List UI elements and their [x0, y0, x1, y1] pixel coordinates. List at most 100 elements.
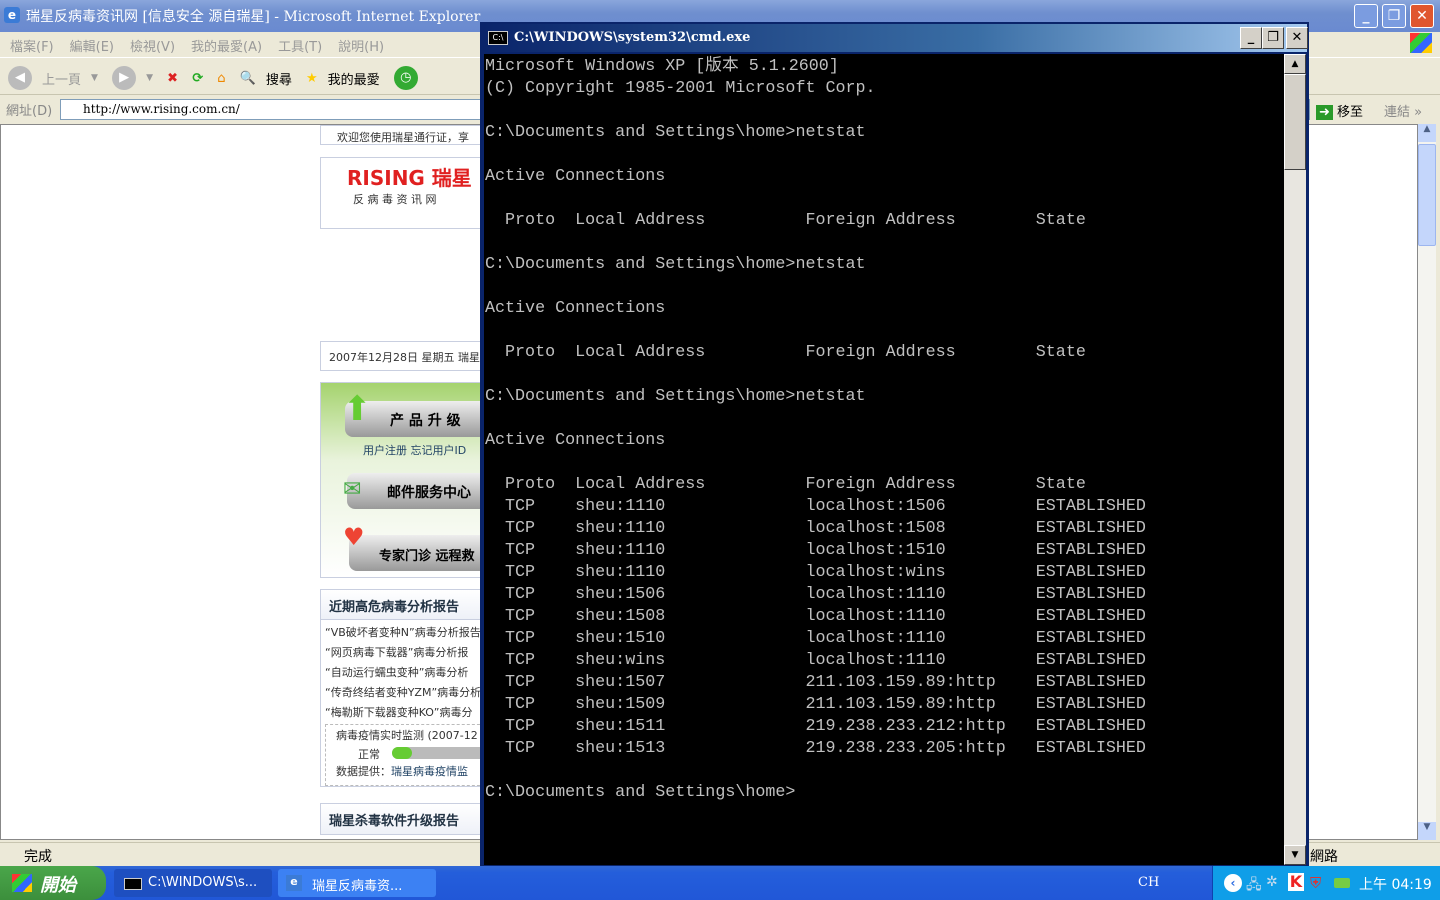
clock[interactable]: 上午 04:19	[1359, 877, 1432, 893]
maximize-button[interactable]: ❐	[1382, 4, 1406, 28]
report-link[interactable]: “自动运行蠕虫变种”病毒分析	[325, 664, 485, 684]
go-button[interactable]: ➜ 移至	[1316, 101, 1363, 120]
scroll-down-icon[interactable]: ▼	[1284, 845, 1306, 865]
cmd-icon: C:\	[488, 31, 508, 45]
upgrade-report-text: 瑞星杀毒软件升级报告	[329, 814, 460, 829]
heart-icon: ♥	[343, 523, 365, 551]
console-line: Proto Local Address Foreign Address Stat…	[485, 343, 1086, 362]
shield-icon[interactable]: ⛨	[1310, 874, 1321, 892]
history-icon[interactable]: ◷	[393, 66, 418, 90]
ie-scrollbar[interactable]: ▲ ▼	[1418, 124, 1436, 840]
task-ie-label: 瑞星反病毒资...	[312, 879, 403, 894]
mail-icon: ✉	[343, 477, 362, 502]
cmd-window[interactable]: C:\WINDOWS\system32\cmd.exe C:\ _ ❐ ✕ Mi…	[480, 22, 1309, 867]
lang-label: CH	[1138, 875, 1160, 890]
console-line: TCP sheu:1510 localhost:1110 ESTABLISHED	[485, 629, 1146, 648]
welcome-bar: 欢迎您使用瑞星通行证，享	[320, 125, 490, 145]
up-arrow-icon: ⬆	[343, 389, 372, 429]
console-line: Active Connections	[485, 431, 666, 450]
console-line: Proto Local Address Foreign Address Stat…	[485, 475, 1086, 494]
nvidia-icon[interactable]	[1334, 878, 1350, 888]
links-button[interactable]: 連結 »	[1384, 101, 1422, 120]
favorites-button[interactable]: 我的最愛	[328, 69, 380, 88]
close-button[interactable]: ✕	[1410, 4, 1434, 28]
monitor-title: 病毒疫情实时监测 (2007-12	[336, 729, 478, 742]
back-button[interactable]: 上一頁	[42, 69, 81, 88]
date-bar: 2007年12月28日 星期五 瑞星	[320, 341, 490, 371]
monitor-box: 病毒疫情实时监测 (2007-12 正常 数据提供：瑞星病毒疫情监	[325, 724, 492, 786]
virus-reports-panel: 近期高危病毒分析报告 “VB破坏者变种N”病毒分析报告 “网页病毒下载器”病毒分…	[320, 589, 492, 787]
report-link[interactable]: “网页病毒下载器”病毒分析报	[325, 644, 485, 664]
fan-icon[interactable]: ✲	[1266, 874, 1278, 890]
expert-clinic-button[interactable]: 专家门诊 远程救	[349, 535, 499, 571]
ie-title: 瑞星反病毒资讯网 [信息安全 源自瑞星] - Microsoft Interne…	[26, 9, 481, 25]
mail-service-button[interactable]: 邮件服务中心	[347, 473, 497, 509]
logo-box[interactable]: RISING 瑞星 反 病 毒 资 讯 网	[320, 157, 490, 229]
console-line: TCP sheu:1511 219.238.233.212:http ESTAB…	[485, 717, 1146, 736]
cmd-task-icon	[124, 878, 142, 890]
register-links[interactable]: 用户注册 忘记用户ID	[363, 442, 466, 458]
start-label: 開始	[40, 875, 76, 896]
cmd-scroll-thumb[interactable]	[1284, 74, 1306, 170]
minimize-button[interactable]: _	[1354, 4, 1378, 28]
url-text: http://www.rising.com.cn/	[83, 102, 240, 116]
network-icon[interactable]: 🖧	[1246, 874, 1262, 898]
windows-logo-icon	[1410, 33, 1432, 53]
report-link[interactable]: “传奇终结者变种YZM”病毒分析	[325, 684, 485, 704]
menu-tools[interactable]: 工具(T)	[278, 40, 322, 55]
tray-expand-icon[interactable]: ‹	[1224, 874, 1242, 892]
cmd-title: C:\WINDOWS\system32\cmd.exe	[514, 30, 751, 45]
cmd-close-button[interactable]: ✕	[1286, 27, 1308, 49]
reports-list: “VB破坏者变种N”病毒分析报告 “网页病毒下载器”病毒分析报 “自动运行蠕虫变…	[321, 620, 489, 724]
report-link[interactable]: “VB破坏者变种N”病毒分析报告	[325, 624, 485, 644]
favorites-star-icon[interactable]: ★	[306, 71, 318, 86]
expert-label: 专家门诊 远程救	[379, 549, 475, 564]
welcome-text: 欢迎您使用瑞星通行证，享	[337, 131, 469, 144]
report-link[interactable]: “梅勒斯下载器变种KO”病毒分	[325, 704, 485, 724]
upgrade-label: 产 品 升 级	[390, 413, 461, 429]
menu-view[interactable]: 檢視(V)	[130, 40, 175, 55]
ie-task-icon: e	[286, 875, 302, 891]
language-indicator[interactable]: CH	[1138, 875, 1159, 890]
task-cmd-label: C:\WINDOWS\s...	[148, 875, 258, 890]
go-label: 移至	[1337, 105, 1364, 120]
console-line: TCP sheu:1508 localhost:1110 ESTABLISHED	[485, 607, 1146, 626]
cmd-title-bar[interactable]: C:\WINDOWS\system32\cmd.exe	[482, 24, 1307, 52]
console-line: TCP sheu:1513 219.238.233.205:http ESTAB…	[485, 739, 1146, 758]
scroll-up-icon[interactable]: ▲	[1284, 54, 1306, 74]
console-line: C:\Documents and Settings\home>netstat	[485, 387, 866, 406]
menu-file[interactable]: 檔案(F)	[10, 40, 54, 55]
cmd-scrollbar[interactable]: ▲ ▼	[1284, 54, 1306, 865]
console-line: Active Connections	[485, 299, 666, 318]
search-icon[interactable]: 🔍	[240, 71, 256, 86]
menu-help[interactable]: 說明(H)	[338, 40, 384, 55]
refresh-icon[interactable]: ⟳	[192, 71, 203, 86]
cmd-restore-button[interactable]: ❐	[1262, 27, 1284, 49]
console-line: TCP sheu:1110 localhost:1508 ESTABLISHED	[485, 519, 1146, 538]
stop-icon[interactable]: ✖	[167, 71, 178, 86]
forward-button[interactable]: ▶	[112, 66, 137, 90]
ie-scroll-thumb[interactable]	[1418, 144, 1436, 246]
zone-text: 網路	[1310, 849, 1338, 865]
cmd-minimize-button[interactable]: _	[1240, 27, 1262, 49]
back-arrow-icon[interactable]: ◀	[8, 66, 32, 90]
menu-edit[interactable]: 編輯(E)	[70, 40, 114, 55]
ie-icon: e	[4, 7, 20, 23]
console-output[interactable]: Microsoft Windows XP [版本 5.1.2600] (C) Co…	[484, 54, 1284, 865]
reports-title: 近期高危病毒分析报告	[321, 590, 489, 620]
menu-favorites[interactable]: 我的最愛(A)	[191, 40, 262, 55]
console-line: TCP sheu:wins localhost:1110 ESTABLISHED	[485, 651, 1146, 670]
home-icon[interactable]: ⌂	[217, 71, 225, 86]
data-source-link[interactable]: 瑞星病毒疫情监	[391, 765, 468, 778]
search-button[interactable]: 搜尋	[266, 69, 292, 88]
console-line: Proto Local Address Foreign Address Stat…	[485, 211, 1086, 230]
console-line: TCP sheu:1110 localhost:wins ESTABLISHED	[485, 563, 1146, 582]
kaspersky-icon[interactable]: K	[1288, 873, 1304, 891]
